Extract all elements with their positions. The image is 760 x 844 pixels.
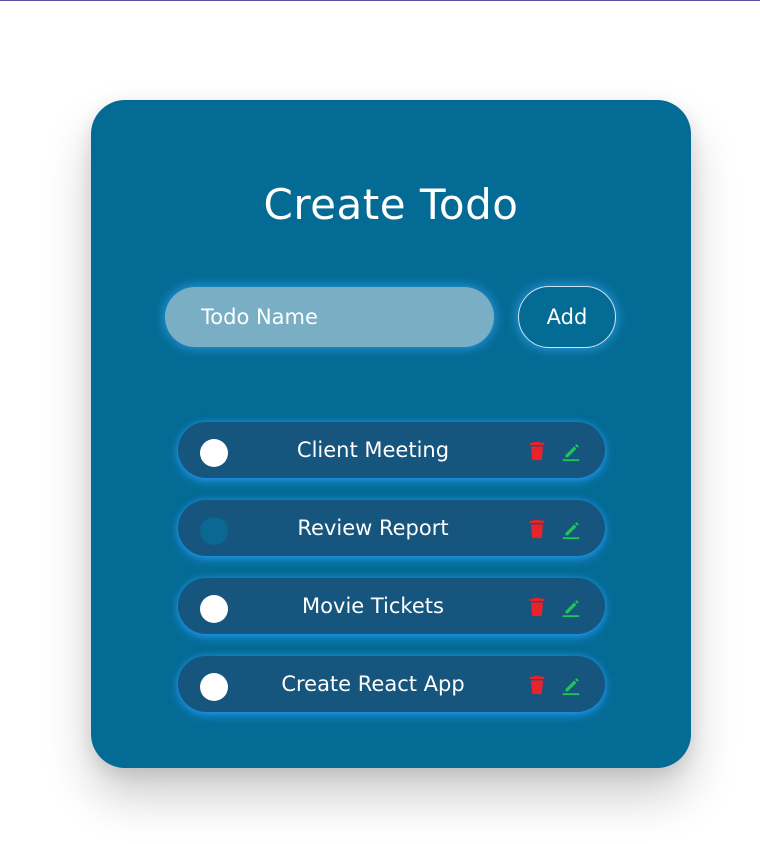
todo-label: Create React App	[281, 672, 465, 696]
add-button[interactable]: Add	[518, 286, 616, 348]
pencil-icon[interactable]	[560, 674, 582, 696]
complete-toggle[interactable]	[200, 595, 228, 623]
complete-toggle[interactable]	[200, 517, 228, 545]
top-border-line	[0, 0, 760, 1]
todo-label: Movie Tickets	[302, 594, 444, 618]
todo-label: Review Report	[297, 516, 449, 540]
todo-item: Create React App	[178, 656, 605, 712]
complete-toggle[interactable]	[200, 673, 228, 701]
pencil-icon[interactable]	[560, 596, 582, 618]
todo-list: Client Meeting Review Report Movie Ticke…	[178, 422, 605, 734]
todo-name-input[interactable]	[165, 287, 494, 347]
todo-item: Movie Tickets	[178, 578, 605, 634]
trash-icon[interactable]	[526, 596, 548, 618]
page-title: Create Todo	[263, 180, 519, 229]
trash-icon[interactable]	[526, 674, 548, 696]
complete-toggle[interactable]	[200, 439, 228, 467]
todo-item: Client Meeting	[178, 422, 605, 478]
todo-item: Review Report	[178, 500, 605, 556]
todo-label: Client Meeting	[296, 438, 450, 462]
trash-icon[interactable]	[526, 440, 548, 462]
pencil-icon[interactable]	[560, 440, 582, 462]
todo-card: Create Todo Add Client Meeting Review Re…	[91, 100, 691, 768]
pencil-icon[interactable]	[560, 518, 582, 540]
trash-icon[interactable]	[526, 518, 548, 540]
